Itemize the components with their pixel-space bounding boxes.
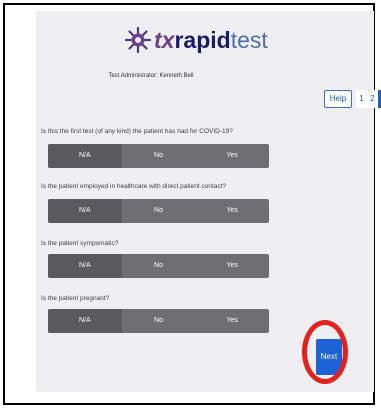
healthcare-yes-button[interactable]: Yes	[195, 199, 269, 223]
page-2-button[interactable]: 2	[367, 90, 378, 108]
healthcare-employment-selector: N/A No Yes	[48, 199, 269, 223]
pagination: 1 2 3 4	[356, 90, 381, 108]
highlight-circle	[302, 320, 348, 384]
first-test-no-button[interactable]: No	[122, 144, 196, 168]
page-1-button[interactable]: 1	[356, 90, 367, 108]
help-button[interactable]: Help	[324, 90, 352, 108]
healthcare-na-button[interactable]: N/A	[48, 199, 122, 223]
question-first-test: Is this the first test (of any kind) the…	[41, 128, 233, 135]
symptomatic-no-button[interactable]: No	[122, 254, 196, 278]
pregnant-no-button[interactable]: No	[122, 309, 196, 333]
test-administrator-label: Test Administrator: Kenneth Bell	[108, 73, 194, 79]
question-pregnant: Is the patient pregnant?	[41, 295, 110, 302]
brand-wordmark: txrapidtest	[154, 26, 268, 53]
pregnant-yes-button[interactable]: Yes	[195, 309, 269, 333]
virus-icon	[124, 26, 152, 54]
first-test-na-button[interactable]: N/A	[48, 144, 122, 168]
screenshot-frame: txrapidtest Test Administrator: Kenneth …	[3, 3, 381, 405]
first-test-selector: N/A No Yes	[48, 144, 269, 168]
brand-logo: txrapidtest	[124, 23, 268, 57]
symptomatic-na-button[interactable]: N/A	[48, 254, 122, 278]
symptomatic-selector: N/A No Yes	[48, 254, 269, 278]
pregnant-selector: N/A No Yes	[48, 309, 269, 333]
first-test-yes-button[interactable]: Yes	[195, 144, 269, 168]
symptomatic-yes-button[interactable]: Yes	[195, 254, 269, 278]
healthcare-no-button[interactable]: No	[122, 199, 196, 223]
pregnant-na-button[interactable]: N/A	[48, 309, 122, 333]
question-symptomatic: Is the patient sympomatic?	[41, 240, 119, 247]
question-healthcare-employment: Is the patient employed in healthcare wi…	[41, 183, 226, 190]
